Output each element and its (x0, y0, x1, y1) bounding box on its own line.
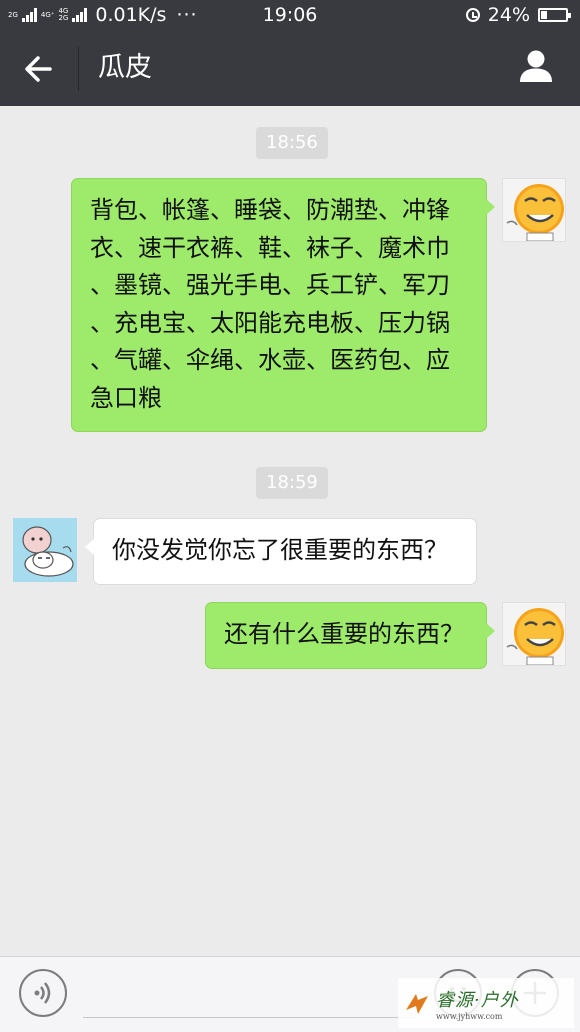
message-bubble-received[interactable]: 你没发觉你忘了很重要的东西？ (85, 518, 477, 585)
battery-fill (541, 11, 547, 19)
brand-logo-icon (406, 994, 428, 1014)
timestamp: 18:56 (256, 127, 328, 159)
watermark-url: www.jyhww.com (436, 1011, 503, 1021)
message-bubble-sent[interactable]: 还有什么重要的东西？ (205, 602, 495, 669)
timestamp: 18:59 (256, 467, 328, 499)
chat-header: 瓜皮 (0, 32, 580, 106)
watermark: 睿源·户外 www.jyhww.com (398, 978, 574, 1028)
message-line: 、墨镜、强光手电、兵工铲、军刀 (90, 271, 450, 299)
watermark-text: 睿源·户外 (436, 989, 519, 1011)
message-line: 还有什么重要的东西？ (224, 620, 464, 648)
message-line: 衣、速干衣裤、鞋、袜子、魔术巾 (90, 233, 450, 262)
smiley-avatar-icon (506, 608, 564, 665)
arrow-left-icon (25, 56, 52, 82)
message-bubble-sent[interactable]: 背包、帐篷、睡袋、防潮垫、冲锋 衣、速干衣裤、鞋、袜子、魔术巾 、墨镜、强光手电… (71, 178, 495, 432)
message-line: 你没发觉你忘了很重要的东西？ (112, 536, 448, 564)
message-line: 、充电宝、太阳能充电板、压力锅 (90, 308, 450, 337)
my-avatar[interactable] (502, 602, 566, 666)
voice-button[interactable] (19, 969, 67, 1017)
back-button[interactable] (20, 50, 60, 88)
status-right: 24% (465, 4, 571, 26)
chat-title: 瓜皮 (98, 52, 152, 83)
message-line: 、气罐、伞绳、水壶、医药包、应 (90, 346, 450, 374)
watermark-text-group: 睿源·户外 www.jyhww.com (436, 986, 519, 1021)
chat-info-button[interactable] (518, 48, 554, 84)
message-line: 背包、帐篷、睡袋、防潮垫、冲锋 (90, 196, 450, 224)
smiley-avatar-icon (506, 184, 564, 241)
voice-icon (34, 982, 51, 1004)
alarm-icon (465, 8, 480, 22)
person-icon (520, 50, 552, 82)
message-input[interactable] (83, 969, 417, 1018)
my-avatar[interactable] (502, 178, 566, 242)
message-line: 急口粮 (90, 383, 162, 412)
header-divider (78, 47, 79, 91)
friend-avatar[interactable] (13, 518, 77, 582)
battery-icon (538, 8, 571, 22)
battery-percent: 24% (487, 4, 530, 26)
status-bar: 2G 4G⁺ 4G 2G 0.01K/s ··· 19:06 24% (0, 0, 580, 32)
cartoon-avatar-icon (22, 526, 74, 577)
